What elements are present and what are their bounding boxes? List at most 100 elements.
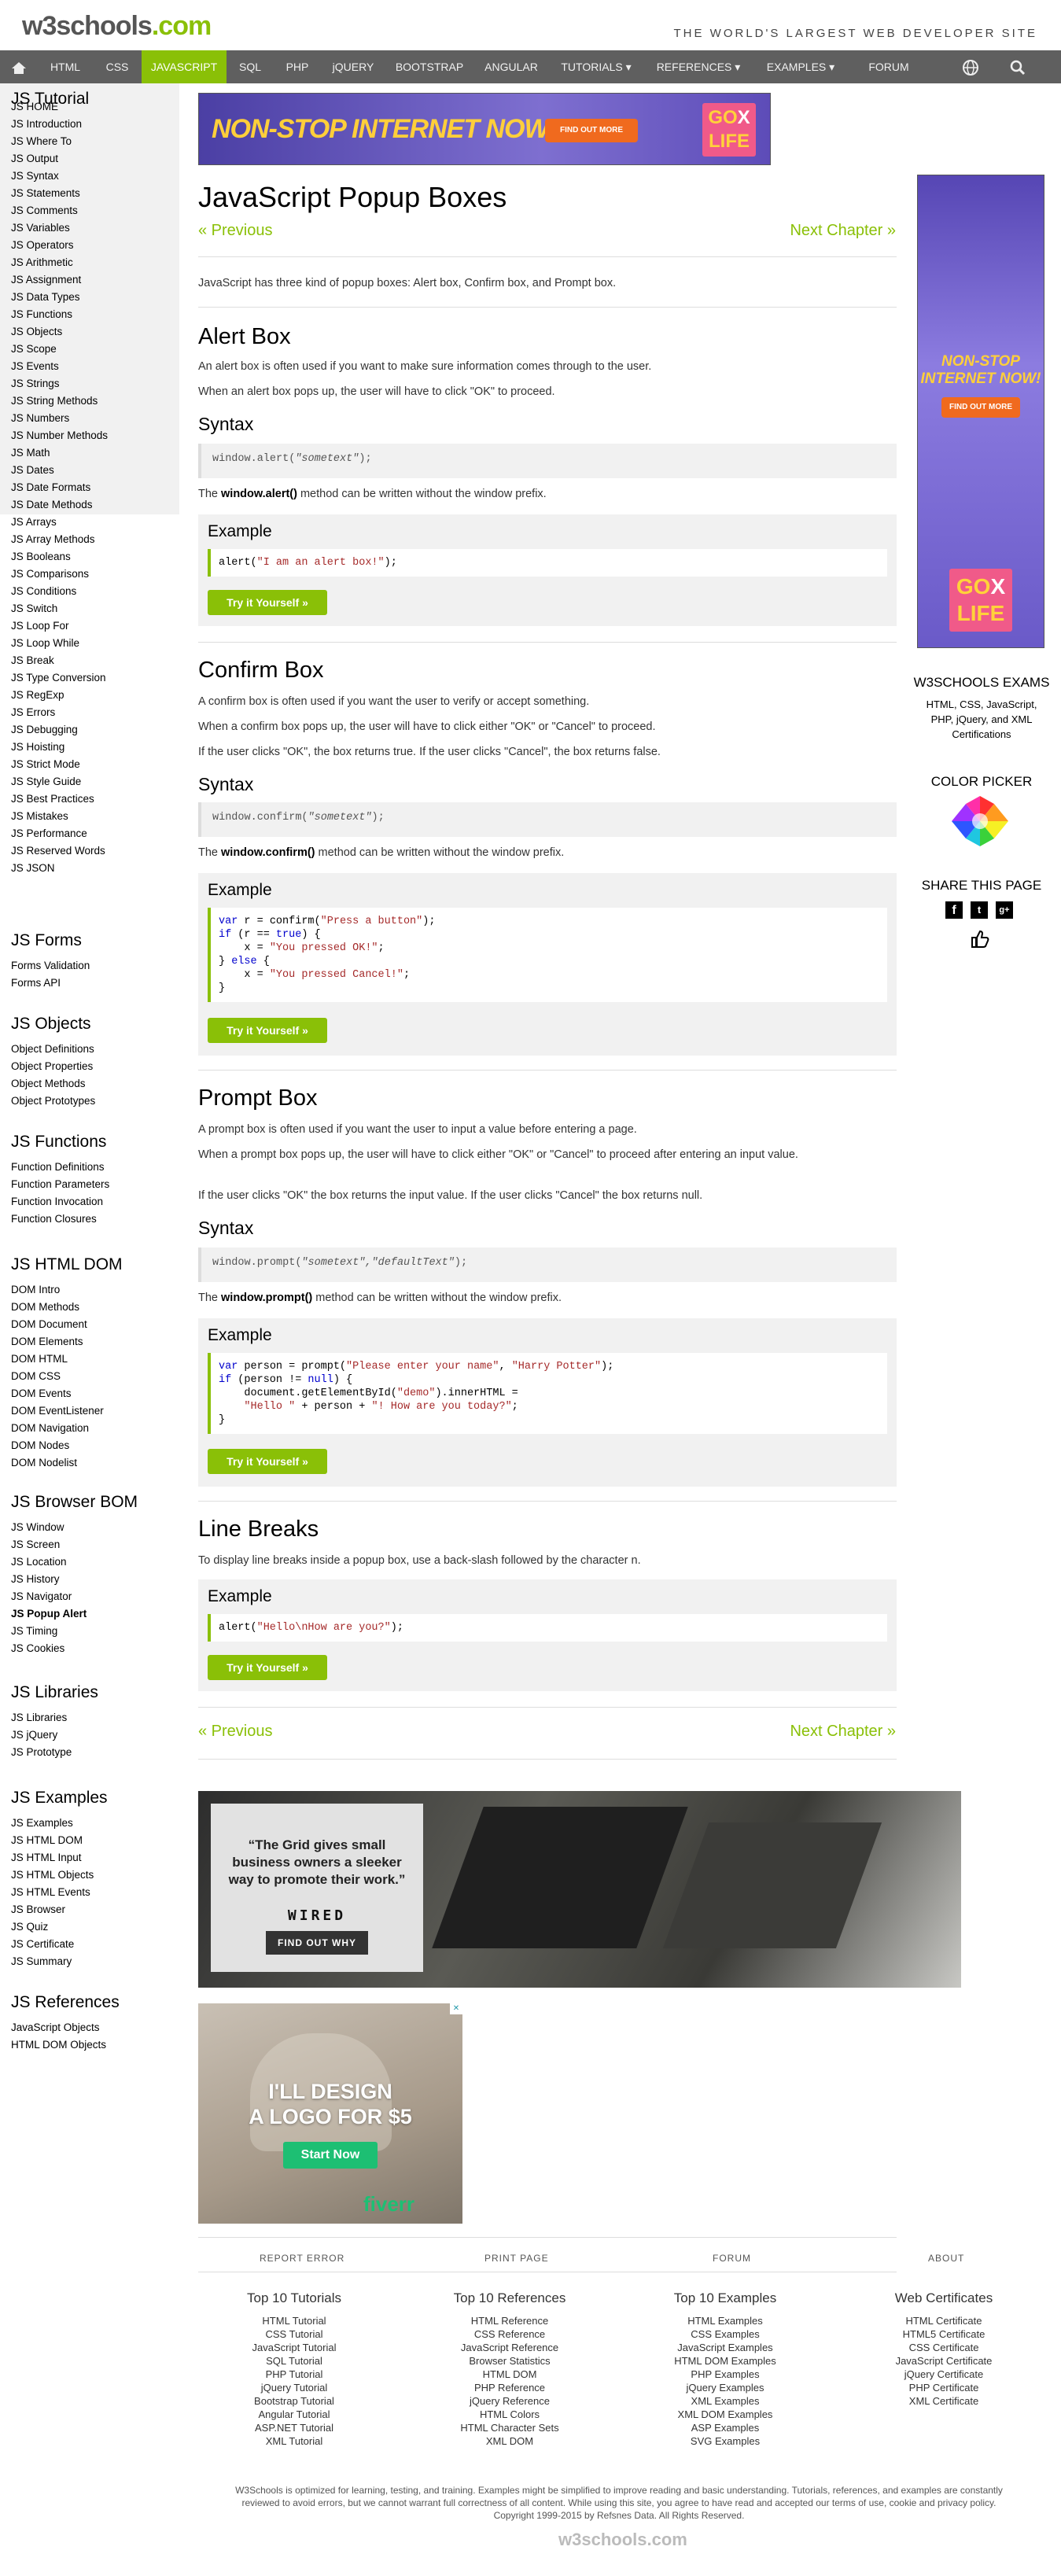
sidebar-item[interactable]: JS Window	[11, 1521, 64, 1534]
sidebar-item[interactable]: JS Reserved Words	[11, 845, 105, 857]
sidebar-item[interactable]: JS Statements	[11, 187, 80, 200]
sidebar-item[interactable]: JS Timing	[11, 1625, 57, 1638]
nav-php[interactable]: PHP	[274, 50, 321, 83]
footer-link[interactable]: HTML Examples	[647, 2314, 804, 2327]
sidebar-item[interactable]: Forms Validation	[11, 960, 90, 972]
translate-button[interactable]	[952, 50, 989, 83]
footer-link[interactable]: jQuery Reference	[431, 2394, 588, 2408]
sidebar-item[interactable]: JS HTML Events	[11, 1886, 90, 1899]
sidebar-item[interactable]: JS Variables	[11, 222, 70, 234]
footer-link[interactable]: CSS Reference	[431, 2327, 588, 2341]
sidebar-item[interactable]: JS Debugging	[11, 724, 78, 736]
like-icon[interactable]	[971, 930, 989, 949]
sidebar-item[interactable]: Function Closures	[11, 1213, 97, 1225]
sidebar-item[interactable]: JS Number Methods	[11, 429, 108, 442]
footer-link[interactable]: SVG Examples	[647, 2434, 804, 2448]
footer-link[interactable]: HTML Character Sets	[431, 2421, 588, 2434]
sidebar-item[interactable]: JS Certificate	[11, 1938, 74, 1951]
footer-link[interactable]: CSS Tutorial	[216, 2327, 373, 2341]
sidebar-item[interactable]: JS Performance	[11, 827, 87, 840]
sidebar-item[interactable]: JS JSON	[11, 862, 55, 875]
footer-link[interactable]: HTML Tutorial	[216, 2314, 373, 2327]
sidebar-item[interactable]: JS Math	[11, 447, 50, 459]
nav-javascript[interactable]: JAVASCRIPT	[142, 50, 227, 83]
nav-examples[interactable]: EXAMPLES ▾	[753, 50, 848, 83]
sidebar-item[interactable]: JS Date Methods	[11, 499, 93, 511]
sidebar-item[interactable]: JS Array Methods	[11, 533, 95, 546]
adchoices-icon[interactable]: ✕	[450, 2003, 462, 2014]
footer-link[interactable]: XML Tutorial	[216, 2434, 373, 2448]
footer-link[interactable]: JavaScript Certificate	[865, 2354, 1022, 2368]
sidebar-item[interactable]: JS Comparisons	[11, 568, 89, 580]
sidebar-item[interactable]: JS Cookies	[11, 1642, 64, 1655]
color-picker-icon[interactable]	[950, 794, 1010, 848]
sidebar-item[interactable]: JS Scope	[11, 343, 57, 356]
sidebar-item[interactable]: JS Loop While	[11, 637, 79, 650]
sidebar-item[interactable]: JS Loop For	[11, 620, 69, 632]
footer-link[interactable]: ASP.NET Tutorial	[216, 2421, 373, 2434]
sidebar-item[interactable]: Function Definitions	[11, 1161, 105, 1174]
color-picker-heading[interactable]: COLOR PICKER	[904, 774, 1059, 790]
home-button[interactable]	[0, 50, 38, 83]
top-banner-ad[interactable]: NON-STOP INTERNET NOW! FIND OUT MORE GOX…	[198, 93, 771, 165]
sidebar-item[interactable]: JS Libraries	[11, 1712, 67, 1724]
sidebar-item[interactable]: JS HTML Input	[11, 1852, 82, 1864]
sidebar-item[interactable]: JS Data Types	[11, 291, 80, 304]
nav-jquery[interactable]: jQUERY	[321, 50, 385, 83]
footer-link[interactable]: jQuery Examples	[647, 2381, 804, 2394]
footer-link[interactable]: ASP Examples	[647, 2421, 804, 2434]
sidebar-item[interactable]: JS Output	[11, 153, 58, 165]
next-chapter-link[interactable]: Next Chapter »	[790, 1723, 896, 1741]
sidebar-item[interactable]: Function Parameters	[11, 1178, 109, 1191]
footer-link[interactable]: HTML5 Certificate	[865, 2327, 1022, 2341]
footer-link[interactable]: HTML DOM Examples	[647, 2354, 804, 2368]
sidebar-item[interactable]: JS Functions	[11, 308, 72, 321]
sidebar-item[interactable]: Forms API	[11, 977, 61, 989]
sidebar-item[interactable]: Object Prototypes	[11, 1095, 95, 1107]
sidebar-item[interactable]: JS Booleans	[11, 551, 71, 563]
footer-link[interactable]: XML DOM	[431, 2434, 588, 2448]
footer-logo[interactable]: w3schools.com	[558, 2530, 687, 2550]
sidebar-item[interactable]: JS HTML Objects	[11, 1869, 94, 1881]
previous-link[interactable]: « Previous	[198, 222, 273, 240]
sidebar-item[interactable]: JS Quiz	[11, 1921, 48, 1933]
sidebar-item[interactable]: DOM CSS	[11, 1370, 61, 1383]
sidebar-item[interactable]: JS Introduction	[11, 118, 82, 131]
sidebar-item[interactable]: Object Definitions	[11, 1043, 94, 1056]
next-chapter-link[interactable]: Next Chapter »	[790, 222, 896, 240]
sidebar-item[interactable]: JS Style Guide	[11, 776, 81, 788]
print-page-link[interactable]: PRINT PAGE	[484, 2253, 549, 2264]
sidebar-item[interactable]: JavaScript Objects	[11, 2021, 100, 2034]
nav-bootstrap[interactable]: BOOTSTRAP	[385, 50, 473, 83]
sidebar-item[interactable]: JS Examples	[11, 1817, 73, 1830]
nav-css[interactable]: CSS	[93, 50, 142, 83]
sidebar-item[interactable]: JS Where To	[11, 135, 72, 148]
footer-link[interactable]: XML DOM Examples	[647, 2408, 804, 2421]
nav-angular[interactable]: ANGULAR	[473, 50, 549, 83]
footer-link[interactable]: JavaScript Examples	[647, 2341, 804, 2354]
sidebar-item[interactable]: DOM Document	[11, 1318, 87, 1331]
try-it-yourself-button[interactable]: Try it Yourself »	[208, 1655, 327, 1680]
sidebar-item[interactable]: JS Summary	[11, 1955, 72, 1968]
sidebar-item[interactable]: JS Location	[11, 1556, 67, 1568]
google-plus-icon[interactable]: g+	[996, 901, 1013, 919]
sidebar-item[interactable]: JS Prototype	[11, 1746, 72, 1759]
start-now-button[interactable]: Start Now	[283, 2142, 378, 2169]
footer-link[interactable]: PHP Tutorial	[216, 2368, 373, 2381]
sidebar-item[interactable]: JS Arithmetic	[11, 256, 73, 269]
try-it-yourself-button[interactable]: Try it Yourself »	[208, 1018, 327, 1043]
sidebar-item[interactable]: JS Conditions	[11, 585, 76, 598]
facebook-icon[interactable]: f	[945, 901, 963, 919]
sidebar-item[interactable]: JS Break	[11, 654, 54, 667]
sidebar-item[interactable]: JS Numbers	[11, 412, 69, 425]
nav-references[interactable]: REFERENCES ▾	[643, 50, 753, 83]
about-link[interactable]: ABOUT	[928, 2253, 964, 2264]
forum-link[interactable]: FORUM	[713, 2253, 751, 2264]
nav-sql[interactable]: SQL	[227, 50, 274, 83]
footer-link[interactable]: HTML Reference	[431, 2314, 588, 2327]
sidebar-item[interactable]: JS Syntax	[11, 170, 59, 182]
footer-link[interactable]: PHP Certificate	[865, 2381, 1022, 2394]
sidebar-item[interactable]: JS HOME	[11, 101, 58, 113]
sidebar-item[interactable]: JS Strict Mode	[11, 758, 80, 771]
footer-link[interactable]: XML Certificate	[865, 2394, 1022, 2408]
